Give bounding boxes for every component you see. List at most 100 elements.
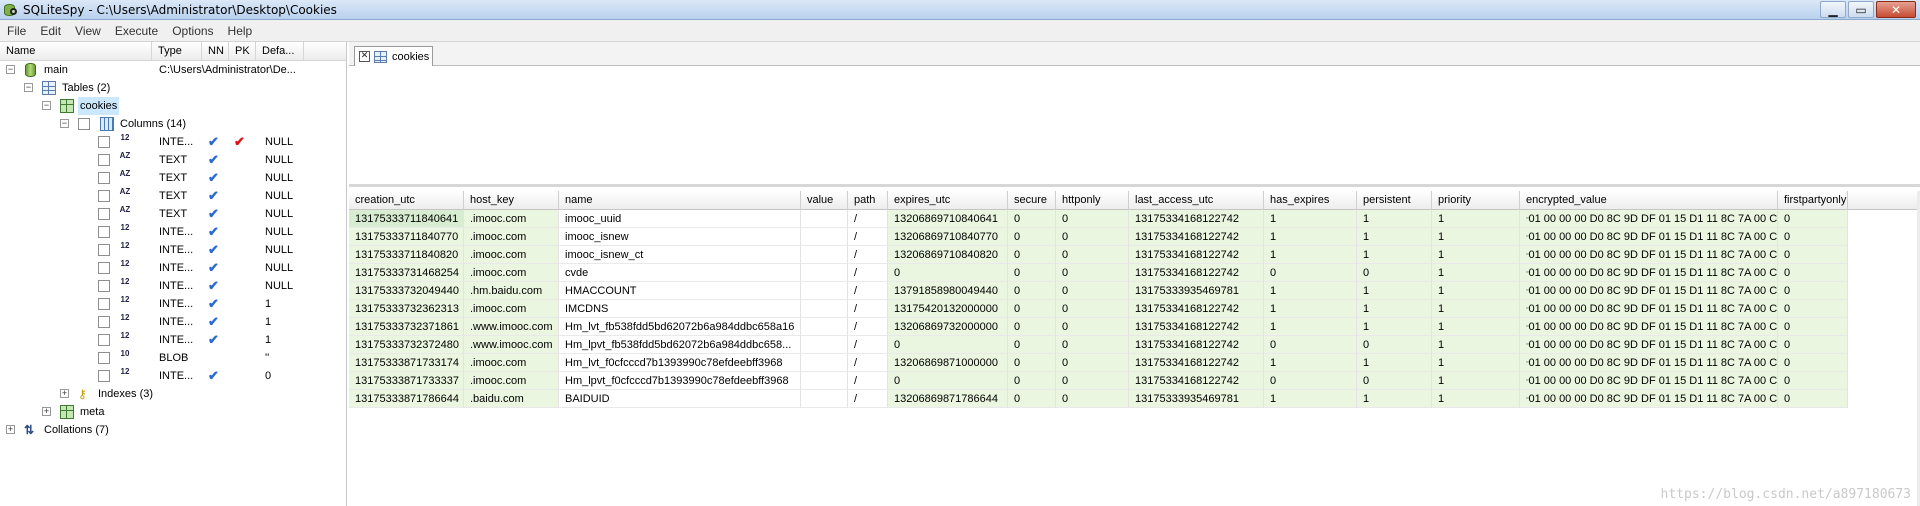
collapse-icon[interactable]: − (60, 119, 69, 128)
table-cell[interactable]: HMACCOUNT (559, 282, 801, 300)
table-cell[interactable]: 13175333732049440 (349, 282, 464, 300)
table-cell[interactable]: 13175333711840820 (349, 246, 464, 264)
table-cell[interactable]: 13791858980049440 (888, 282, 1008, 300)
column-checkbox[interactable] (98, 172, 110, 184)
tree-header-name[interactable]: Name (0, 42, 152, 60)
table-cell[interactable]: / (848, 210, 888, 228)
table-cell[interactable]: 1 (1432, 264, 1520, 282)
table-cell[interactable]: .baidu.com (464, 390, 559, 408)
column-header-value[interactable]: value (801, 191, 848, 210)
tree-node-columns[interactable]: − Columns (14) (0, 115, 346, 133)
table-cell[interactable]: ▫01 00 00 00 D0 8C 9D DF 01 15 D1 11 8C … (1520, 390, 1778, 408)
table-cell[interactable]: 13206869710840770 (888, 228, 1008, 246)
close-icon[interactable]: ✕ (359, 51, 370, 62)
table-cell[interactable]: 13175334168122742 (1129, 318, 1264, 336)
table-row[interactable]: 13175333871733174 .imooc.com Hm_lvt_f0cfcc… (349, 354, 1889, 372)
column-header-persistent[interactable]: persistent (1357, 191, 1432, 210)
tree-node-collations[interactable]: + ⇅ Collations (7) (0, 421, 346, 439)
table-cell[interactable]: 0 (888, 372, 1008, 390)
table-cell[interactable]: 0 (1357, 264, 1432, 282)
table-cell[interactable]: 1 (1264, 246, 1357, 264)
table-cell[interactable]: 13175333871733337 (349, 372, 464, 390)
table-cell[interactable]: .www.imooc.com (464, 336, 559, 354)
column-header-last-access-utc[interactable]: last_access_utc (1129, 191, 1264, 210)
table-cell[interactable]: 1 (1432, 246, 1520, 264)
table-cell[interactable]: 1 (1264, 390, 1357, 408)
table-cell[interactable]: 0 (1008, 318, 1056, 336)
table-cell[interactable]: 1 (1357, 300, 1432, 318)
table-cell[interactable]: 1 (1432, 318, 1520, 336)
table-cell[interactable]: / (848, 264, 888, 282)
sql-editor[interactable] (349, 67, 1920, 187)
table-cell[interactable]: 1 (1357, 210, 1432, 228)
table-cell[interactable]: 0 (1357, 336, 1432, 354)
column-checkbox[interactable] (98, 370, 110, 382)
close-button[interactable]: ✕ (1876, 1, 1916, 18)
table-cell[interactable]: 1 (1432, 336, 1520, 354)
table-row[interactable]: 13175333732372480 .www.imooc.com Hm_lpvt_f… (349, 336, 1889, 354)
table-cell[interactable]: / (848, 336, 888, 354)
table-cell[interactable]: Hm_lpvt_f0cfcccd7b1393990c78efdeebff3968 (559, 372, 801, 390)
tree-column-item[interactable]: AZ TEXT ✔ NULL (0, 205, 346, 223)
column-checkbox[interactable] (98, 154, 110, 166)
column-checkbox[interactable] (98, 262, 110, 274)
table-cell[interactable]: 1 (1357, 228, 1432, 246)
table-cell[interactable]: 1 (1264, 354, 1357, 372)
tree-column-item[interactable]: 10 BLOB '' (0, 349, 346, 367)
table-cell[interactable]: 0 (888, 336, 1008, 354)
table-cell[interactable]: Hm_lpvt_fb538fdd5bd62072b6a984ddbc658... (559, 336, 801, 354)
table-cell[interactable]: 1 (1432, 354, 1520, 372)
table-cell[interactable]: 13206869732000000 (888, 318, 1008, 336)
table-cell[interactable]: 0 (1008, 300, 1056, 318)
table-cell[interactable]: 1 (1357, 354, 1432, 372)
table-cell[interactable]: 1 (1357, 390, 1432, 408)
table-row[interactable]: 13175333711840820 .imooc.com imooc_isnew_c… (349, 246, 1889, 264)
menu-options[interactable]: Options (165, 24, 220, 38)
column-header-creation-utc[interactable]: creation_utc (349, 191, 464, 210)
table-cell[interactable]: 0 (1778, 246, 1848, 264)
table-cell[interactable]: 0 (1056, 246, 1129, 264)
column-header-expires-utc[interactable]: expires_utc (888, 191, 1008, 210)
column-checkbox[interactable] (98, 280, 110, 292)
table-cell[interactable]: 1 (1264, 228, 1357, 246)
column-header-priority[interactable]: priority (1432, 191, 1520, 210)
table-row[interactable]: 13175333732049440 .hm.baidu.com HMACCOUNT /… (349, 282, 1889, 300)
table-cell[interactable] (801, 318, 848, 336)
table-cell[interactable] (801, 228, 848, 246)
table-cell[interactable]: Hm_lvt_fb538fdd5bd62072b6a984ddbc658a16 (559, 318, 801, 336)
table-cell[interactable]: .imooc.com (464, 264, 559, 282)
tree-column-item[interactable]: 12 INTE... ✔ NULL (0, 223, 346, 241)
table-cell[interactable]: / (848, 282, 888, 300)
table-cell[interactable]: 0 (1008, 264, 1056, 282)
table-cell[interactable]: 0 (1778, 318, 1848, 336)
collapse-icon[interactable]: − (6, 65, 15, 74)
table-cell[interactable]: / (848, 372, 888, 390)
tree-column-item[interactable]: 12 INTE... ✔ 1 (0, 313, 346, 331)
table-cell[interactable] (801, 264, 848, 282)
table-cell[interactable]: ▫01 00 00 00 D0 8C 9D DF 01 15 D1 11 8C … (1520, 228, 1778, 246)
table-cell[interactable]: 0 (1008, 390, 1056, 408)
column-checkbox[interactable] (98, 226, 110, 238)
column-header-path[interactable]: path (848, 191, 888, 210)
table-cell[interactable]: 13175333935469781 (1129, 390, 1264, 408)
expand-icon[interactable]: + (42, 407, 51, 416)
table-cell[interactable]: 13175334168122742 (1129, 264, 1264, 282)
table-cell[interactable]: 13206869710840820 (888, 246, 1008, 264)
tree-column-item[interactable]: 12 INTE... ✔ 0 (0, 367, 346, 385)
table-cell[interactable]: ▫01 00 00 00 D0 8C 9D DF 01 15 D1 11 8C … (1520, 336, 1778, 354)
table-cell[interactable] (801, 336, 848, 354)
table-cell[interactable]: 13175333711840641 (349, 210, 464, 228)
table-cell[interactable]: 1 (1432, 372, 1520, 390)
table-cell[interactable]: 0 (1056, 264, 1129, 282)
table-cell[interactable]: ▫01 00 00 00 D0 8C 9D DF 01 15 D1 11 8C … (1520, 210, 1778, 228)
expand-icon[interactable]: + (6, 425, 15, 434)
table-cell[interactable]: 1 (1264, 282, 1357, 300)
table-cell[interactable]: 0 (1056, 282, 1129, 300)
column-checkbox[interactable] (98, 334, 110, 346)
column-checkbox[interactable] (98, 316, 110, 328)
table-cell[interactable]: 0 (1778, 228, 1848, 246)
table-cell[interactable]: 13175334168122742 (1129, 354, 1264, 372)
tree-node-meta[interactable]: + meta (0, 403, 346, 421)
columns-checkbox[interactable] (78, 118, 90, 130)
table-cell[interactable]: ▫01 00 00 00 D0 8C 9D DF 01 15 D1 11 8C … (1520, 318, 1778, 336)
